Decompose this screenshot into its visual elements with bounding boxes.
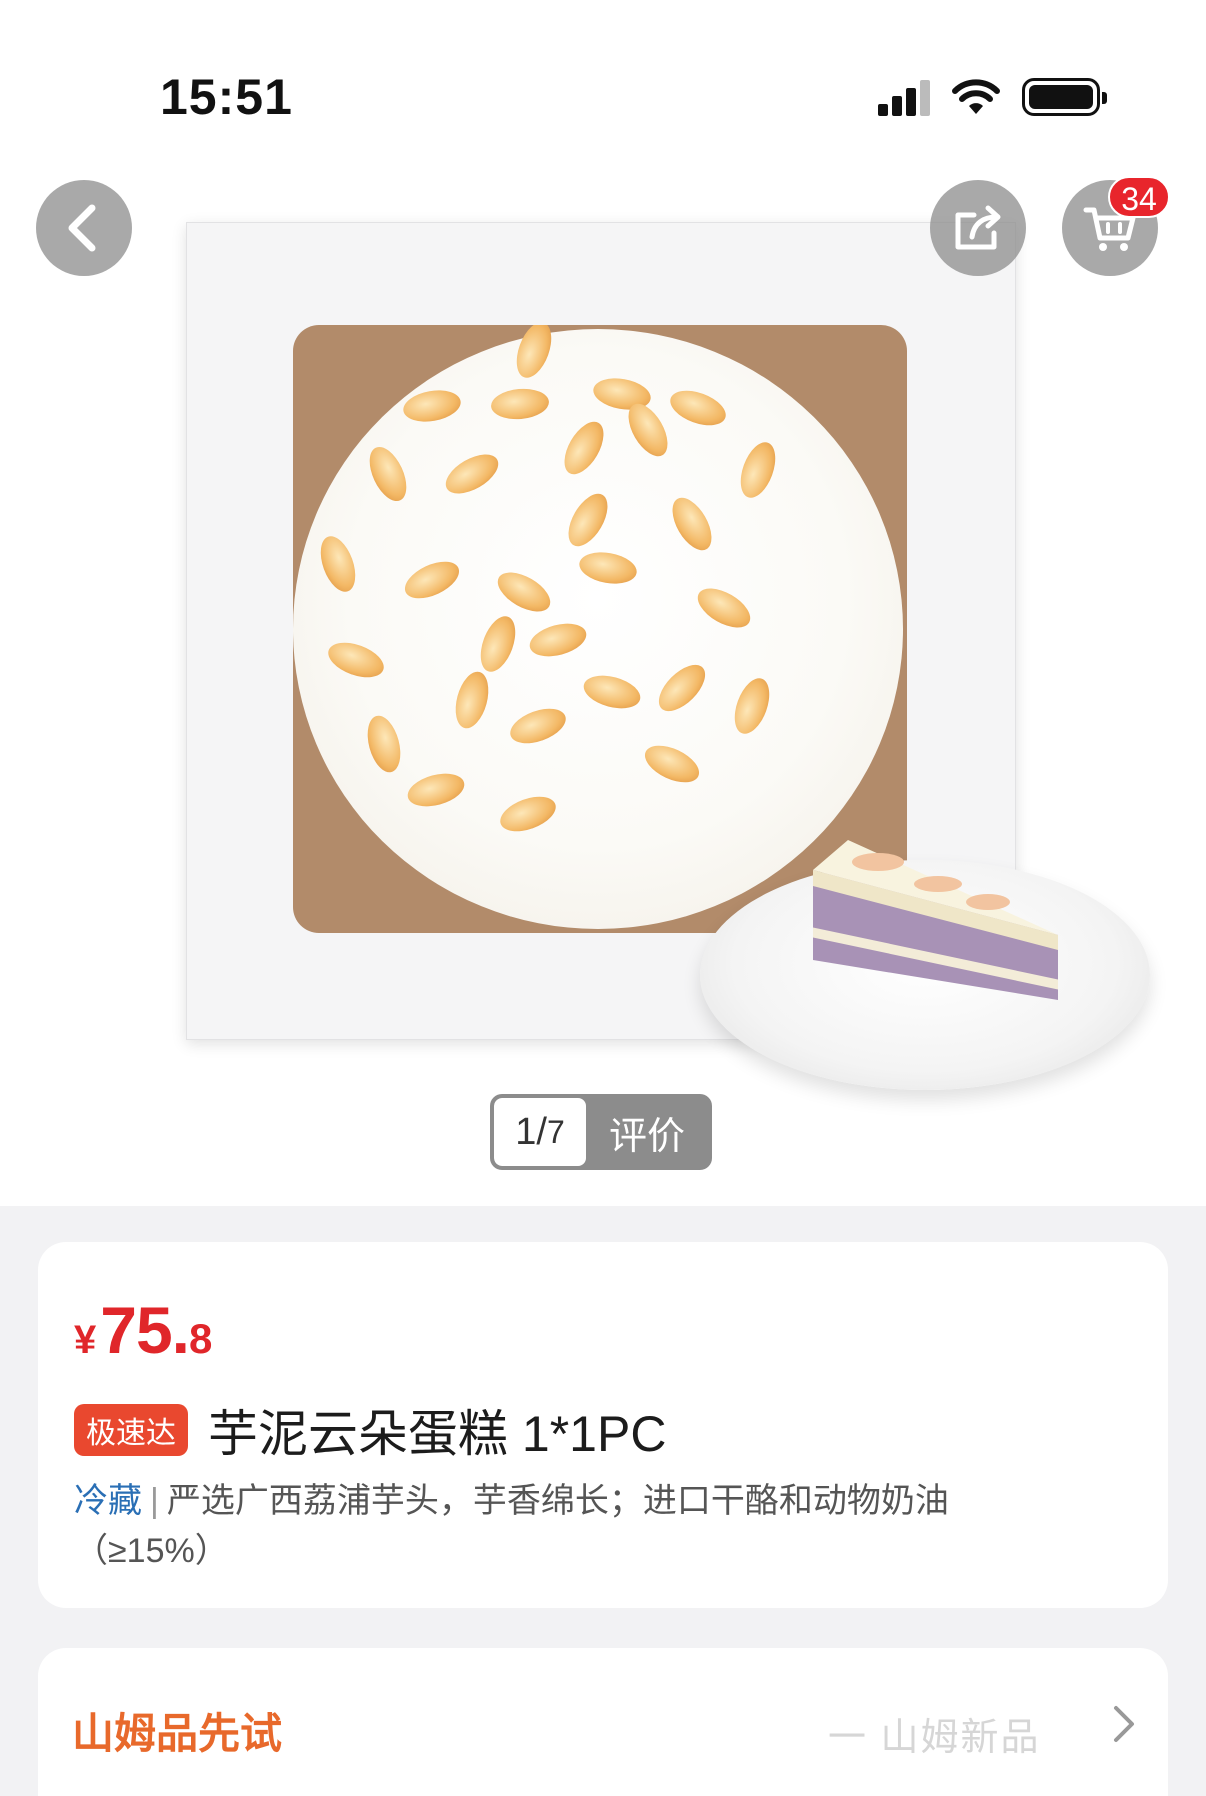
express-delivery-tag: 极速达 <box>74 1404 188 1456</box>
share-button[interactable] <box>930 180 1026 276</box>
image-counter: 1/7 <box>494 1098 586 1166</box>
price-integer: 75. <box>100 1293 190 1367</box>
product-price: ¥ 75. 8 <box>74 1292 212 1368</box>
battery-icon <box>1022 78 1107 116</box>
storage-label: 冷藏 <box>74 1482 142 1520</box>
product-trial-card[interactable]: 山姆品先试 一 山姆新品 <box>38 1648 1168 1796</box>
cake-top <box>293 325 903 929</box>
description-text: 严选广西荔浦芋头，芋香绵长；进口干酪和动物奶油（≥15%） <box>74 1482 949 1570</box>
cart-count-badge: 34 <box>1108 176 1170 218</box>
separator: | <box>150 1482 159 1520</box>
price-currency: ¥ <box>74 1318 97 1362</box>
title-row: 极速达 芋泥云朵蛋糕 1*1PC <box>74 1394 666 1466</box>
image-counter-current: 1 <box>515 1110 537 1153</box>
product-description: 冷藏 | 严选广西荔浦芋头，芋香绵长；进口干酪和动物奶油（≥15%） <box>74 1476 1074 1576</box>
price-decimal: 8 <box>189 1315 213 1362</box>
cellular-signal-icon <box>878 78 930 116</box>
share-icon <box>955 205 1001 250</box>
gallery-pager[interactable]: 1/7 评价 <box>490 1094 712 1170</box>
product-title: 芋泥云朵蛋糕 1*1PC <box>208 1406 667 1462</box>
status-time: 15:51 <box>160 69 293 125</box>
review-tab[interactable]: 评价 <box>586 1098 708 1166</box>
trial-faded-text: 一 山姆新品 <box>828 1717 1041 1759</box>
back-button[interactable] <box>36 180 132 276</box>
cake-slice-image <box>813 840 1058 1000</box>
product-image-gallery[interactable] <box>0 150 1206 1206</box>
product-info-card: ¥ 75. 8 极速达 芋泥云朵蛋糕 1*1PC 冷藏 | 严选广西荔浦芋头，芋香绵… <box>38 1242 1168 1608</box>
chevron-left-icon <box>68 204 96 252</box>
chevron-right-icon <box>1114 1706 1134 1742</box>
image-counter-total: 7 <box>546 1113 565 1150</box>
status-bar: 15:51 <box>0 0 1206 150</box>
wifi-icon <box>952 79 1000 114</box>
status-icons <box>878 78 1107 116</box>
trial-title: 山姆品先试 <box>72 1710 283 1757</box>
